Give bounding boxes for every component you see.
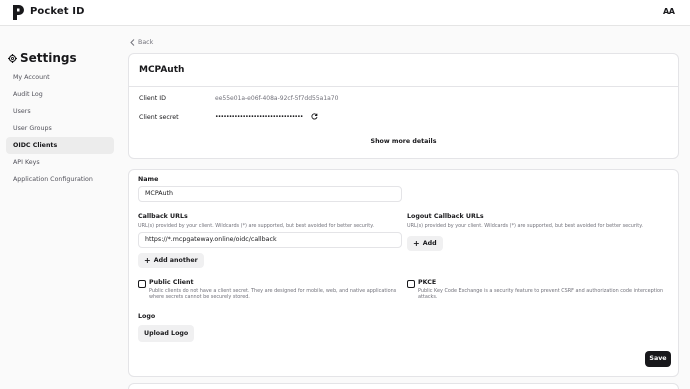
- plus-icon: +: [413, 238, 420, 248]
- callback-url-input[interactable]: https://*.mcpgateway.online/oidc/callbac…: [138, 232, 402, 248]
- client-details-card: MCPAuth Client ID ee55e01a-e06f-408a-92cf…: [128, 53, 679, 159]
- pkce-hint: Public Key Code Exchange is a security f…: [418, 288, 664, 300]
- name-input[interactable]: MCPAuth: [138, 186, 402, 202]
- logout-callback-urls-label: Logout Callback URLs: [407, 213, 484, 220]
- sidebar-nav: My Account Audit Log Users User Groups O…: [6, 69, 114, 188]
- avatar[interactable]: AA: [663, 7, 675, 16]
- settings-title: Settings: [8, 51, 77, 65]
- add-logout-callback-button[interactable]: + Add: [407, 236, 443, 251]
- show-more-details-button[interactable]: Show more details: [129, 138, 678, 145]
- gear-icon: [8, 53, 17, 63]
- logo-label: Logo: [138, 313, 156, 320]
- add-label: Add: [422, 240, 437, 247]
- client-secret-label: Client secret: [139, 113, 179, 121]
- upload-logo-button[interactable]: Upload Logo: [138, 325, 195, 342]
- pkce-checkbox[interactable]: [407, 280, 415, 288]
- back-link[interactable]: Back: [130, 39, 153, 46]
- sidebar-item-api-keys[interactable]: API Keys: [6, 154, 114, 171]
- pocket-id-logo-icon[interactable]: [13, 5, 24, 20]
- name-label: Name: [138, 176, 159, 183]
- settings-heading: Settings: [20, 51, 77, 65]
- client-form-card: Name MCPAuth Callback URLs URL(s) provid…: [128, 169, 679, 377]
- sidebar-item-oidc-clients[interactable]: OIDC Clients: [6, 137, 114, 154]
- sidebar-item-my-account[interactable]: My Account: [6, 69, 114, 86]
- client-id-row: Client ID ee55e01a-e06f-408a-92cf-5f7dd55…: [139, 95, 338, 102]
- add-another-callback-button[interactable]: + Add another: [138, 253, 204, 268]
- client-name-heading: MCPAuth: [129, 54, 678, 87]
- top-bar: Pocket ID AA: [0, 0, 690, 26]
- sidebar-item-application-configuration[interactable]: Application Configuration: [6, 171, 114, 188]
- add-another-label: Add another: [153, 257, 198, 264]
- sidebar-item-users[interactable]: Users: [6, 103, 114, 120]
- callback-urls-hint: URL(s) provided by your client. Wildcard…: [138, 223, 374, 229]
- app-title: Pocket ID: [30, 6, 85, 17]
- client-id-value[interactable]: ee55e01a-e06f-408a-92cf-5f7dd55a1a70: [215, 95, 338, 102]
- sidebar-item-audit-log[interactable]: Audit Log: [6, 86, 114, 103]
- refresh-secret-icon[interactable]: [311, 113, 318, 120]
- next-card: [128, 383, 679, 389]
- client-secret-row: Client secret •••••••••••••••••••••••••••…: [139, 113, 318, 121]
- client-id-label: Client ID: [139, 95, 166, 102]
- logout-callback-urls-hint: URL(s) provided by your client. Wildcard…: [407, 223, 643, 229]
- chevron-left-icon: [130, 39, 135, 46]
- public-client-label: Public Client: [149, 279, 194, 286]
- pkce-label: PKCE: [418, 279, 437, 286]
- client-secret-value[interactable]: ••••••••••••••••••••••••••••••••: [215, 114, 303, 121]
- sidebar-item-user-groups[interactable]: User Groups: [6, 120, 114, 137]
- plus-icon: +: [144, 255, 151, 265]
- save-button[interactable]: Save: [645, 351, 671, 367]
- back-label: Back: [138, 39, 154, 46]
- public-client-checkbox[interactable]: [138, 280, 146, 288]
- callback-urls-label: Callback URLs: [138, 213, 188, 220]
- public-client-hint: Public clients do not have a client secr…: [149, 288, 397, 300]
